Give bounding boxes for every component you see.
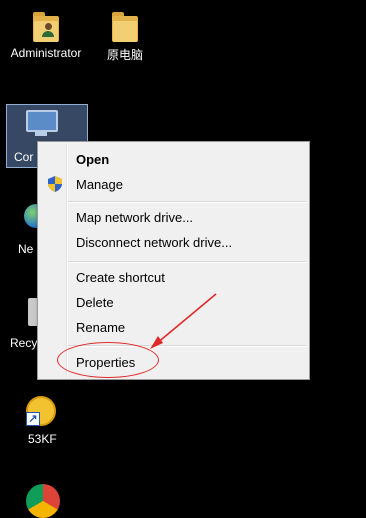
annotation-arrow	[150, 293, 217, 349]
